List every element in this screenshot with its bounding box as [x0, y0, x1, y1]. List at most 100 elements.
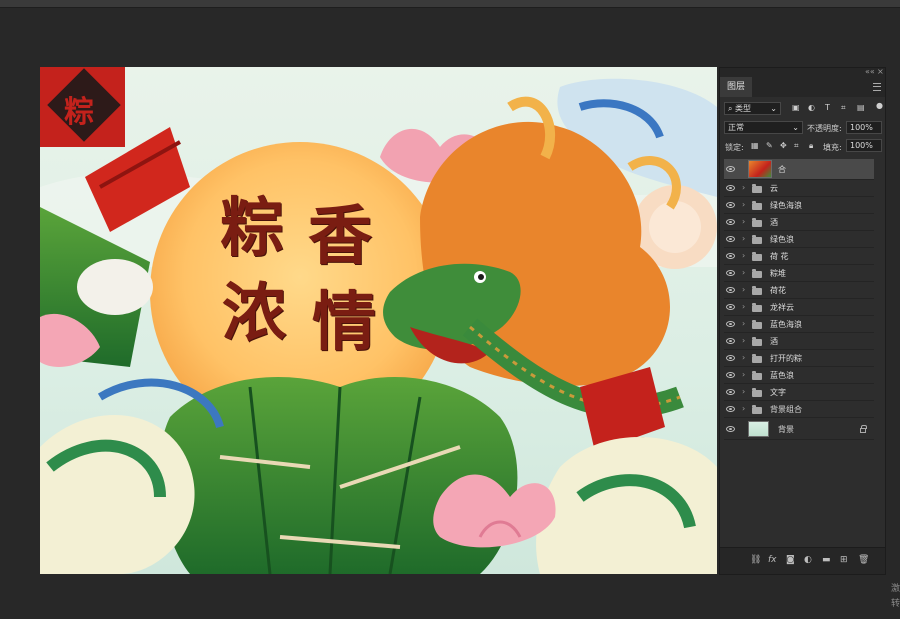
- folder-icon: [752, 320, 762, 329]
- layer-name: 粽堆: [770, 269, 786, 278]
- layers-panel: «« × 图层 ⌕ 类型 ⌄ ▣ ◐ T ⌗ ▤ ● 正常 ⌄ 不透明度: 10…: [719, 67, 886, 575]
- visibility-eye-icon[interactable]: [726, 253, 735, 259]
- lantern-glyph: 粽: [64, 95, 94, 130]
- visibility-eye-icon[interactable]: [726, 236, 735, 242]
- chevron-right-icon[interactable]: ›: [742, 319, 745, 328]
- filter-smart-object-icon[interactable]: ▤: [857, 103, 865, 112]
- filter-pixel-icon[interactable]: ▣: [792, 103, 800, 112]
- title-char-2: 香: [308, 199, 372, 274]
- panel-menu-icon[interactable]: [873, 83, 881, 91]
- layer-row[interactable]: › 云: [724, 181, 874, 197]
- filter-adjustment-icon[interactable]: ◐: [808, 103, 815, 112]
- layer-row[interactable]: › 绿色海浪: [724, 198, 874, 214]
- layer-row[interactable]: › 背景组合: [724, 402, 874, 418]
- layer-row[interactable]: 背景: [724, 420, 874, 440]
- layer-row[interactable]: › 酒: [724, 215, 874, 231]
- opacity-value: 100%: [850, 123, 873, 132]
- visibility-eye-icon[interactable]: [726, 219, 735, 225]
- chevron-down-icon: ⌄: [792, 123, 799, 132]
- visibility-eye-icon[interactable]: [726, 426, 735, 432]
- close-panel-button[interactable]: ×: [877, 67, 884, 76]
- layer-filter-select[interactable]: ⌕ 类型 ⌄: [724, 102, 781, 115]
- layer-row[interactable]: › 打开的粽: [724, 351, 874, 367]
- link-icon[interactable]: ⛓: [750, 555, 761, 565]
- fx-icon[interactable]: fx: [768, 555, 777, 565]
- visibility-eye-icon[interactable]: [726, 185, 735, 191]
- folder-icon: [752, 388, 762, 397]
- opacity-input[interactable]: 100%: [846, 121, 882, 134]
- visibility-eye-icon[interactable]: [726, 406, 735, 412]
- chevron-right-icon[interactable]: ›: [742, 370, 745, 379]
- layer-name: 云: [770, 184, 778, 193]
- chevron-right-icon[interactable]: ›: [742, 285, 745, 294]
- folder-icon: [752, 235, 762, 244]
- chevron-right-icon[interactable]: ›: [742, 200, 745, 209]
- visibility-eye-icon[interactable]: [726, 287, 735, 293]
- chevron-right-icon[interactable]: ›: [742, 183, 745, 192]
- folder-icon: [752, 337, 762, 346]
- lock-position-icon[interactable]: ✥: [780, 141, 787, 150]
- layer-name: 荷花: [770, 286, 786, 295]
- adjustment-icon[interactable]: ◐: [804, 555, 812, 565]
- layer-row[interactable]: › 蓝色海浪: [724, 317, 874, 333]
- lock-transparent-icon[interactable]: ▦: [751, 141, 759, 150]
- layer-row[interactable]: › 绿色浪: [724, 232, 874, 248]
- search-icon: ⌕: [728, 104, 733, 113]
- layer-row[interactable]: › 粽堆: [724, 266, 874, 282]
- layer-row[interactable]: › 荷 花: [724, 249, 874, 265]
- fill-input[interactable]: 100%: [846, 139, 882, 152]
- lock-all-icon[interactable]: 🔒︎: [809, 141, 813, 151]
- blend-mode-select[interactable]: 正常 ⌄: [724, 121, 803, 134]
- tab-layers[interactable]: 图层: [720, 77, 752, 97]
- corner-watermark-text: 激 转: [891, 584, 900, 609]
- chevron-right-icon[interactable]: ›: [742, 387, 745, 396]
- layer-name: 合: [778, 165, 786, 174]
- layer-row[interactable]: › 龙祥云: [724, 300, 874, 316]
- chevron-right-icon[interactable]: ›: [742, 234, 745, 243]
- fill-label: 填充:: [823, 143, 842, 152]
- chevron-right-icon[interactable]: ›: [742, 217, 745, 226]
- layer-name: 酒: [770, 218, 778, 227]
- folder-icon: [752, 201, 762, 210]
- visibility-eye-icon[interactable]: [726, 304, 735, 310]
- layer-row[interactable]: 合: [724, 159, 874, 180]
- filter-toggle-icon[interactable]: ●: [876, 101, 883, 110]
- layer-name: 背景: [778, 425, 794, 434]
- chevron-right-icon[interactable]: ›: [742, 353, 745, 362]
- folder-icon: [752, 371, 762, 380]
- chevron-right-icon[interactable]: ›: [742, 268, 745, 277]
- visibility-eye-icon[interactable]: [726, 166, 735, 172]
- visibility-eye-icon[interactable]: [726, 372, 735, 378]
- document-canvas[interactable]: 粽 香 浓 情 粽: [40, 67, 717, 574]
- mask-icon[interactable]: ◙: [786, 555, 795, 565]
- trash-icon[interactable]: 🗑︎: [858, 555, 869, 565]
- folder-icon: [752, 252, 762, 261]
- new-layer-icon[interactable]: ⊞: [840, 555, 848, 565]
- layer-name: 酒: [770, 337, 778, 346]
- chevron-right-icon[interactable]: ›: [742, 302, 745, 311]
- chevron-right-icon[interactable]: ›: [742, 336, 745, 345]
- visibility-eye-icon[interactable]: [726, 321, 735, 327]
- top-bar: [0, 0, 900, 8]
- visibility-eye-icon[interactable]: [726, 202, 735, 208]
- layer-row[interactable]: › 荷花: [724, 283, 874, 299]
- visibility-eye-icon[interactable]: [726, 270, 735, 276]
- collapse-panel-button[interactable]: ««: [865, 67, 875, 76]
- lock-artboard-icon[interactable]: ⌗: [794, 141, 799, 151]
- chevron-right-icon[interactable]: ›: [742, 251, 745, 260]
- lock-paint-icon[interactable]: ✎: [766, 141, 773, 150]
- filter-text-icon[interactable]: T: [825, 103, 830, 112]
- filter-shape-icon[interactable]: ⌗: [841, 103, 846, 113]
- visibility-eye-icon[interactable]: [726, 338, 735, 344]
- fill-value: 100%: [850, 141, 873, 150]
- layer-row[interactable]: › 蓝色浪: [724, 368, 874, 384]
- folder-icon[interactable]: ▬: [822, 555, 831, 565]
- visibility-eye-icon[interactable]: [726, 355, 735, 361]
- layer-row[interactable]: › 文字: [724, 385, 874, 401]
- visibility-eye-icon[interactable]: [726, 389, 735, 395]
- layer-name: 打开的粽: [770, 354, 802, 363]
- artwork-illustration: [40, 67, 717, 574]
- layer-row[interactable]: › 酒: [724, 334, 874, 350]
- chevron-right-icon[interactable]: ›: [742, 404, 745, 413]
- filter-type-label: 类型: [735, 104, 752, 113]
